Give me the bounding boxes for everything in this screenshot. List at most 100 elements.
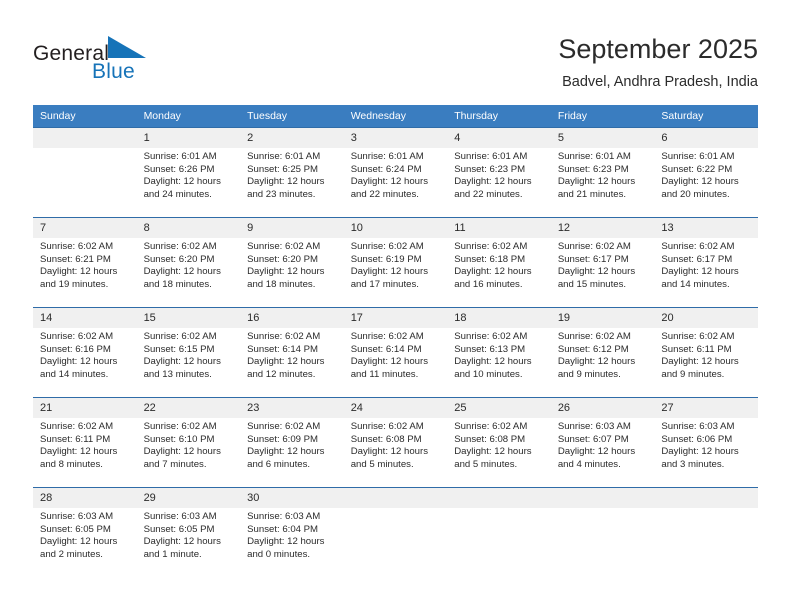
daylight-text-line1: Daylight: 12 hours [454, 176, 532, 188]
sunset-text: Sunset: 6:04 PM [247, 523, 319, 535]
calendar-day-cell[interactable]: 25 Sunrise: 6:02 AM Sunset: 6:08 PM Dayligh… [447, 397, 551, 488]
title-block: September 2025 Badvel, Andhra Pradesh, I… [558, 32, 758, 91]
calendar-page: General Blue September 2025 Badvel, Andh… [0, 0, 792, 612]
calendar-day-cell[interactable]: 7 Sunrise: 6:02 AM Sunset: 6:21 PM Daylight… [33, 217, 137, 308]
sunset-text: Sunset: 6:25 PM [247, 163, 319, 175]
daylight-text-line1: Daylight: 12 hours [143, 176, 221, 188]
day-sun-info: Sunrise: 6:01 AM Sunset: 6:23 PM Daylight:… [447, 148, 551, 201]
sunset-text: Sunset: 6:23 PM [454, 163, 526, 175]
calendar-day-cell[interactable]: 22 Sunrise: 6:02 AM Sunset: 6:10 PM Dayligh… [136, 397, 241, 488]
daylight-text-line2: and 22 minutes. [454, 188, 523, 200]
day-number: 26 [550, 398, 655, 418]
calendar-day-cell[interactable]: 24 Sunrise: 6:02 AM Sunset: 6:08 PM Dayligh… [343, 397, 448, 488]
daylight-text-line1: Daylight: 12 hours [350, 176, 429, 188]
day-number: 8 [136, 218, 241, 238]
calendar-day-cell[interactable]: 3 Sunrise: 6:01 AM Sunset: 6:24 PM Daylight… [343, 127, 448, 218]
day-number: 10 [343, 218, 448, 238]
daylight-text-line1: Daylight: 12 hours [557, 446, 636, 458]
calendar-day-cell[interactable]: 26 Sunrise: 6:03 AM Sunset: 6:07 PM Dayligh… [550, 397, 655, 488]
daylight-text-line1: Daylight: 12 hours [247, 356, 325, 368]
weekday-header-monday: Monday [136, 105, 241, 128]
day-number: 12 [550, 218, 655, 238]
general-blue-logo[interactable]: General Blue [33, 36, 253, 86]
sunrise-text: Sunrise: 6:02 AM [350, 331, 424, 342]
calendar-day-cell[interactable]: 28 Sunrise: 6:03 AM Sunset: 6:05 PM Dayligh… [33, 487, 137, 577]
sunset-text: Sunset: 6:24 PM [350, 163, 422, 175]
day-number: 17 [343, 308, 448, 328]
sunset-text: Sunset: 6:20 PM [143, 253, 215, 265]
calendar-week-row: 28 Sunrise: 6:03 AM Sunset: 6:05 PM Dayligh… [33, 487, 758, 577]
day-sun-info: Sunrise: 6:02 AM Sunset: 6:14 PM Daylight:… [240, 328, 344, 381]
calendar-day-cell[interactable]: 17 Sunrise: 6:02 AM Sunset: 6:14 PM Dayligh… [343, 307, 448, 398]
daylight-text-line1: Daylight: 12 hours [661, 266, 739, 278]
daylight-text-line1: Daylight: 12 hours [661, 356, 739, 368]
day-number: 11 [447, 218, 551, 238]
sunset-text: Sunset: 6:14 PM [247, 343, 319, 355]
daylight-text-line1: Daylight: 12 hours [454, 356, 532, 368]
triangle-icon [108, 36, 147, 62]
daylight-text-line2: and 4 minutes. [557, 458, 621, 470]
calendar-day-cell[interactable]: 8 Sunrise: 6:02 AM Sunset: 6:20 PM Daylight… [136, 217, 241, 308]
calendar-empty-cell [550, 487, 655, 577]
calendar-day-cell[interactable]: 2 Sunrise: 6:01 AM Sunset: 6:25 PM Daylight… [240, 127, 344, 218]
day-number: 21 [33, 398, 137, 418]
day-number: 14 [33, 308, 137, 328]
day-sun-info: Sunrise: 6:01 AM Sunset: 6:23 PM Daylight:… [551, 148, 655, 201]
page-header: General Blue September 2025 Badvel, Andh… [0, 0, 792, 100]
calendar-body: 1 Sunrise: 6:01 AM Sunset: 6:26 PM Daylight… [33, 127, 758, 577]
calendar-day-cell[interactable]: 10 Sunrise: 6:02 AM Sunset: 6:19 PM Dayligh… [343, 217, 448, 308]
sunset-text: Sunset: 6:23 PM [557, 163, 629, 175]
daylight-text-line1: Daylight: 12 hours [557, 356, 636, 368]
day-sun-info: Sunrise: 6:02 AM Sunset: 6:17 PM Daylight:… [551, 238, 655, 291]
daylight-text-line2: and 24 minutes. [143, 188, 212, 200]
day-sun-info: Sunrise: 6:03 AM Sunset: 6:05 PM Daylight:… [33, 508, 137, 561]
daylight-text-line2: and 14 minutes. [661, 278, 730, 290]
sunset-text: Sunset: 6:17 PM [557, 253, 629, 265]
calendar-day-cell[interactable]: 9 Sunrise: 6:02 AM Sunset: 6:20 PM Daylight… [240, 217, 344, 308]
day-number [550, 488, 655, 508]
calendar-day-cell[interactable]: 21 Sunrise: 6:02 AM Sunset: 6:11 PM Dayligh… [33, 397, 137, 488]
calendar-day-cell[interactable]: 6 Sunrise: 6:01 AM Sunset: 6:22 PM Daylight… [654, 127, 758, 218]
day-sun-info: Sunrise: 6:02 AM Sunset: 6:20 PM Daylight:… [240, 238, 344, 291]
calendar-day-cell[interactable]: 13 Sunrise: 6:02 AM Sunset: 6:17 PM Dayligh… [654, 217, 758, 308]
calendar-day-cell[interactable]: 29 Sunrise: 6:03 AM Sunset: 6:05 PM Dayligh… [136, 487, 241, 577]
day-sun-info: Sunrise: 6:02 AM Sunset: 6:15 PM Daylight:… [137, 328, 241, 381]
daylight-text-line1: Daylight: 12 hours [350, 446, 429, 458]
calendar-day-cell[interactable]: 18 Sunrise: 6:02 AM Sunset: 6:13 PM Dayligh… [447, 307, 551, 398]
sunrise-text: Sunrise: 6:02 AM [247, 421, 321, 432]
daylight-text-line1: Daylight: 12 hours [40, 356, 118, 368]
calendar-day-cell[interactable]: 11 Sunrise: 6:02 AM Sunset: 6:18 PM Dayligh… [447, 217, 551, 308]
daylight-text-line2: and 22 minutes. [350, 188, 419, 200]
sunset-text: Sunset: 6:17 PM [661, 253, 733, 265]
daylight-text-line2: and 12 minutes. [247, 368, 316, 380]
sunrise-text: Sunrise: 6:01 AM [661, 151, 735, 162]
weekday-header-row: Sunday Monday Tuesday Wednesday Thursday… [33, 105, 758, 128]
sunset-text: Sunset: 6:08 PM [454, 433, 526, 445]
calendar-day-cell[interactable]: 1 Sunrise: 6:01 AM Sunset: 6:26 PM Daylight… [136, 127, 241, 218]
weekday-header-wednesday: Wednesday [343, 105, 448, 128]
calendar-day-cell[interactable]: 27 Sunrise: 6:03 AM Sunset: 6:06 PM Dayligh… [654, 397, 758, 488]
daylight-text-line2: and 7 minutes. [143, 458, 207, 470]
day-sun-info: Sunrise: 6:01 AM Sunset: 6:22 PM Daylight:… [654, 148, 758, 201]
calendar-day-cell[interactable]: 14 Sunrise: 6:02 AM Sunset: 6:16 PM Dayligh… [33, 307, 137, 398]
calendar-day-cell[interactable]: 15 Sunrise: 6:02 AM Sunset: 6:15 PM Dayligh… [136, 307, 241, 398]
daylight-text-line1: Daylight: 12 hours [454, 446, 532, 458]
sunrise-text: Sunrise: 6:01 AM [350, 151, 424, 162]
daylight-text-line1: Daylight: 12 hours [247, 266, 325, 278]
daylight-text-line2: and 3 minutes. [661, 458, 725, 470]
daylight-text-line2: and 9 minutes. [661, 368, 725, 380]
daylight-text-line2: and 18 minutes. [143, 278, 212, 290]
calendar-day-cell[interactable]: 20 Sunrise: 6:02 AM Sunset: 6:11 PM Dayligh… [654, 307, 758, 398]
sunset-text: Sunset: 6:05 PM [143, 523, 215, 535]
calendar-day-cell[interactable]: 4 Sunrise: 6:01 AM Sunset: 6:23 PM Daylight… [447, 127, 551, 218]
calendar-day-cell[interactable]: 5 Sunrise: 6:01 AM Sunset: 6:23 PM Daylight… [550, 127, 655, 218]
calendar-day-cell[interactable]: 12 Sunrise: 6:02 AM Sunset: 6:17 PM Dayligh… [550, 217, 655, 308]
calendar-day-cell[interactable]: 23 Sunrise: 6:02 AM Sunset: 6:09 PM Dayligh… [240, 397, 344, 488]
page-title: September 2025 [558, 34, 758, 64]
day-number: 18 [447, 308, 551, 328]
calendar-day-cell[interactable]: 30 Sunrise: 6:03 AM Sunset: 6:04 PM Dayligh… [240, 487, 344, 577]
sunset-text: Sunset: 6:26 PM [143, 163, 215, 175]
day-sun-info: Sunrise: 6:02 AM Sunset: 6:11 PM Daylight:… [33, 418, 137, 471]
calendar-day-cell[interactable]: 19 Sunrise: 6:02 AM Sunset: 6:12 PM Dayligh… [550, 307, 655, 398]
calendar-day-cell[interactable]: 16 Sunrise: 6:02 AM Sunset: 6:14 PM Dayligh… [240, 307, 344, 398]
